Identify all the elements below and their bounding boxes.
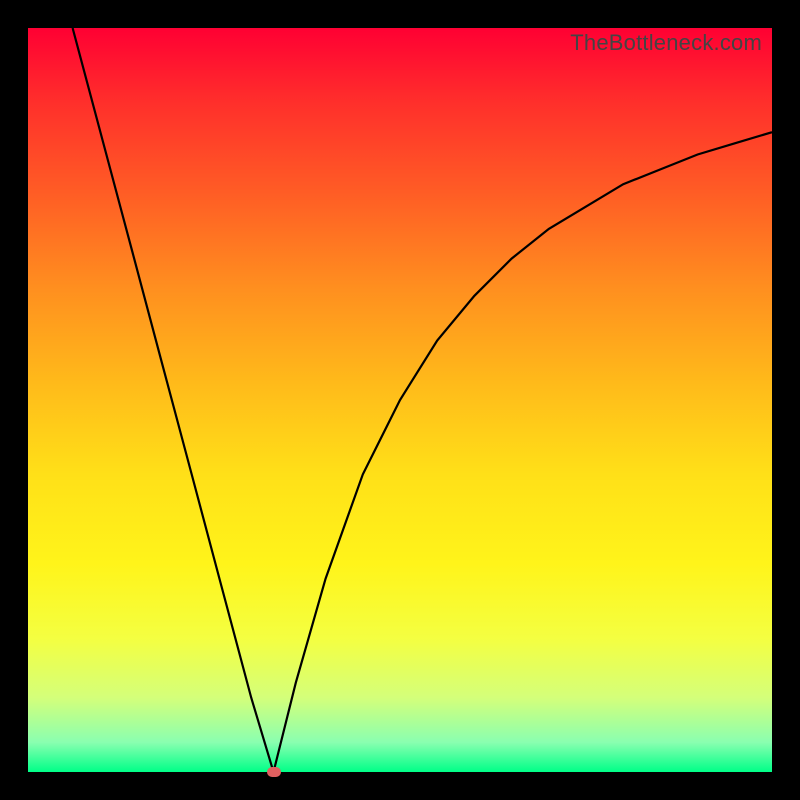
curve-left-branch — [73, 28, 274, 772]
chart-curve-layer — [28, 28, 772, 772]
minimum-marker — [267, 767, 281, 777]
chart-frame: TheBottleneck.com — [0, 0, 800, 800]
chart-plot-area: TheBottleneck.com — [28, 28, 772, 772]
curve-right-branch — [274, 132, 773, 772]
